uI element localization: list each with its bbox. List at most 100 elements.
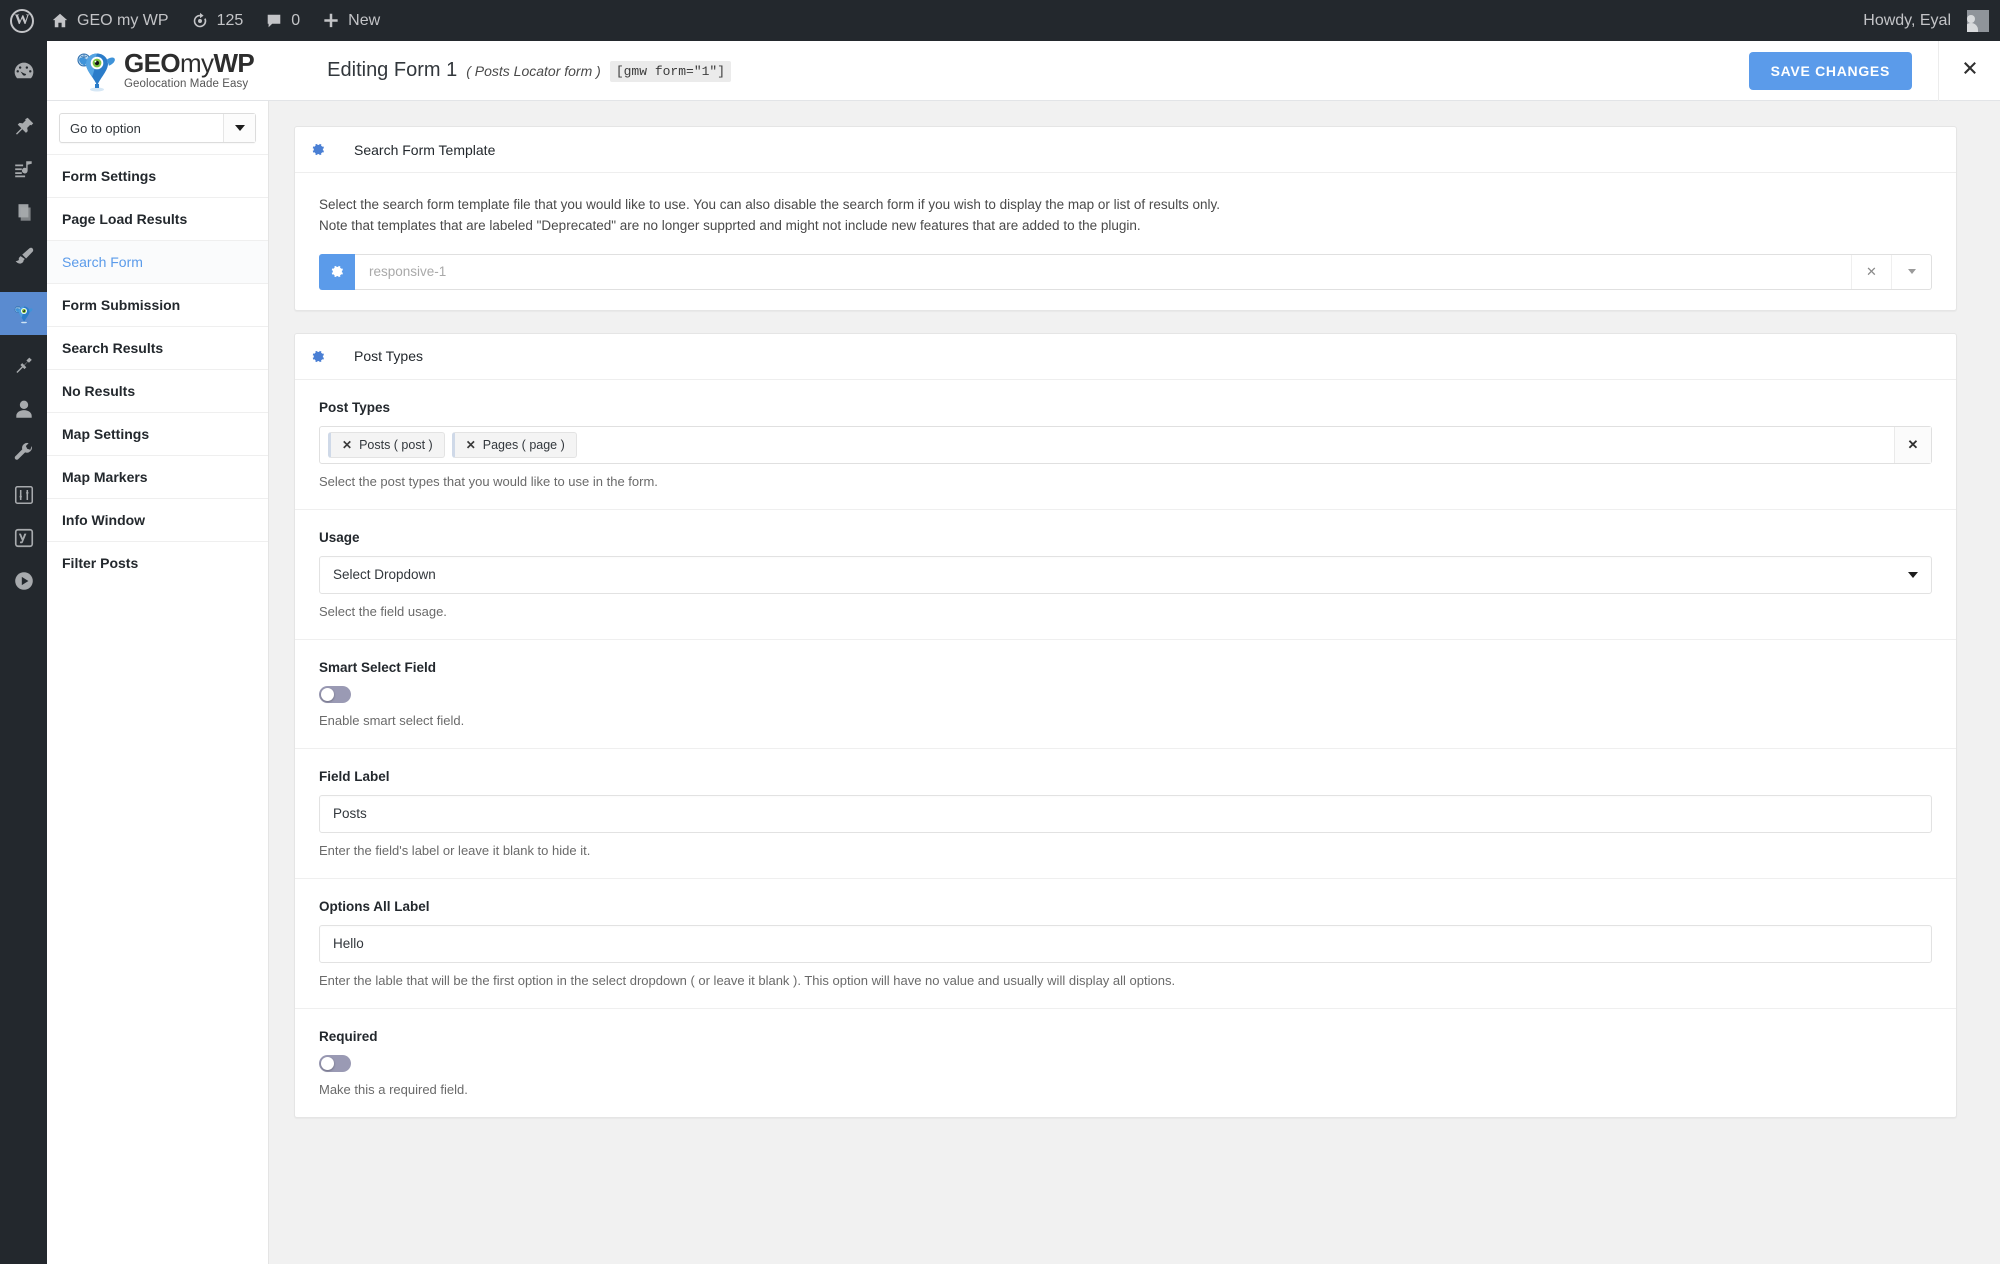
nav-label: Filter Posts bbox=[62, 555, 139, 571]
field-description: Select the field usage. bbox=[319, 603, 447, 619]
menu-group-gap-2 bbox=[0, 280, 47, 292]
remove-tag-icon[interactable]: ✕ bbox=[342, 438, 352, 452]
post-types-multiselect[interactable]: ✕ Posts ( post ) ✕ Pages ( page ) ✕ bbox=[319, 425, 1932, 464]
nav-item-map-markers[interactable]: Map Markers bbox=[47, 455, 268, 498]
nav-label: Page Load Results bbox=[62, 211, 188, 227]
menu-item-yoast-seo[interactable] bbox=[0, 519, 47, 562]
chevron-down-icon bbox=[223, 114, 255, 142]
template-desc-line-1: Select the search form template file tha… bbox=[319, 197, 1220, 212]
page-subtitle: ( Posts Locator form ) bbox=[466, 62, 601, 79]
updates-menu[interactable]: 125 bbox=[180, 0, 255, 41]
panel-header: Post Types bbox=[295, 334, 1956, 380]
home-icon bbox=[51, 12, 69, 30]
shortcode-snippet[interactable]: [gmw form="1"] bbox=[609, 60, 732, 82]
brand-geo: GEO bbox=[124, 48, 181, 79]
user-icon bbox=[13, 398, 35, 425]
menu-item-media-player[interactable] bbox=[0, 562, 47, 605]
pin-icon bbox=[13, 116, 35, 143]
update-icon bbox=[191, 12, 209, 30]
wrench-icon bbox=[13, 441, 35, 468]
menu-current-arrow bbox=[47, 305, 55, 322]
nav-label: Form Settings bbox=[62, 168, 157, 184]
menu-item-media[interactable] bbox=[0, 151, 47, 194]
tag-label: Posts ( post ) bbox=[359, 437, 433, 452]
panel-title: Search Form Template bbox=[354, 141, 496, 158]
template-chevron-down-icon[interactable] bbox=[1891, 254, 1931, 289]
template-select[interactable]: responsive-1 ✕ bbox=[355, 253, 1932, 290]
field-label: Required bbox=[319, 1028, 378, 1044]
field-description: Enter the field's label or leave it blan… bbox=[319, 842, 591, 858]
nav-item-search-form[interactable]: Search Form bbox=[0, 240, 268, 284]
my-account-menu[interactable]: Howdy, Eyal bbox=[1852, 0, 2000, 41]
save-changes-button[interactable]: SAVE CHANGES bbox=[1748, 51, 1912, 90]
field-label: Field Label bbox=[319, 768, 390, 784]
field-label: Post Types bbox=[319, 399, 391, 415]
remove-tag-icon[interactable]: ✕ bbox=[466, 438, 476, 452]
nav-label: Info Window bbox=[62, 512, 146, 528]
field-label: Options All Label bbox=[319, 898, 430, 914]
clear-all-icon[interactable]: ✕ bbox=[1894, 426, 1931, 463]
post-type-tag[interactable]: ✕ Pages ( page ) bbox=[451, 431, 577, 458]
panel-search-form-template: Search Form Template Select the search f… bbox=[294, 126, 1957, 311]
plugin-header: GEOmyWP Geolocation Made Easy Editing Fo… bbox=[47, 40, 2000, 101]
template-clear-icon[interactable]: ✕ bbox=[1851, 254, 1891, 289]
template-selected-value: responsive-1 bbox=[369, 264, 447, 280]
nav-item-filter-posts[interactable]: Filter Posts bbox=[47, 541, 268, 584]
goto-option-select[interactable]: Go to option bbox=[59, 113, 256, 143]
menu-item-posts[interactable] bbox=[0, 108, 47, 151]
field-required: Required Make this a required field. bbox=[295, 1009, 1956, 1117]
nav-label: Search Results bbox=[62, 340, 164, 356]
smart-select-toggle[interactable] bbox=[319, 685, 351, 703]
panel-header: Search Form Template bbox=[295, 127, 1956, 173]
comment-icon bbox=[265, 12, 283, 30]
plus-icon bbox=[322, 12, 340, 30]
field-label: Usage bbox=[319, 529, 360, 545]
nav-item-form-submission[interactable]: Form Submission bbox=[47, 283, 268, 326]
menu-group-gap-3 bbox=[0, 335, 47, 347]
updates-count: 125 bbox=[216, 11, 244, 29]
gmw-mascot-logo-icon bbox=[73, 48, 121, 94]
menu-item-settings[interactable] bbox=[0, 476, 47, 519]
close-icon bbox=[1960, 58, 1980, 83]
menu-item-plugins[interactable] bbox=[0, 347, 47, 390]
new-content-menu[interactable]: New bbox=[311, 0, 391, 41]
gmw-brand-logo[interactable]: GEOmyWP Geolocation Made Easy bbox=[47, 48, 255, 94]
sliders-icon bbox=[13, 484, 35, 511]
post-type-tag[interactable]: ✕ Posts ( post ) bbox=[328, 431, 445, 458]
nav-item-map-settings[interactable]: Map Settings bbox=[47, 412, 268, 455]
field-options-all-label: Options All Label Hello Enter the lable … bbox=[295, 879, 1956, 1008]
nav-item-page-load-results[interactable]: Page Load Results bbox=[47, 197, 268, 240]
dashboard-icon bbox=[13, 61, 35, 88]
menu-item-appearance[interactable] bbox=[0, 237, 47, 280]
gear-icon bbox=[311, 142, 341, 157]
header-actions: SAVE CHANGES bbox=[1748, 40, 2000, 101]
required-toggle[interactable] bbox=[319, 1054, 351, 1072]
menu-item-pages[interactable] bbox=[0, 194, 47, 237]
nav-item-search-results[interactable]: Search Results bbox=[47, 326, 268, 369]
field-label-input[interactable]: Posts bbox=[319, 794, 1932, 833]
menu-item-users[interactable] bbox=[0, 390, 47, 433]
menu-item-tools[interactable] bbox=[0, 433, 47, 476]
nav-item-no-results[interactable]: No Results bbox=[47, 369, 268, 412]
nav-label: No Results bbox=[62, 383, 136, 399]
comments-menu[interactable]: 0 bbox=[254, 0, 311, 41]
menu-item-dashboard[interactable] bbox=[0, 53, 47, 96]
brand-wp: WP bbox=[213, 48, 255, 79]
usage-selected-value: Select Dropdown bbox=[333, 567, 436, 583]
wp-logo-menu[interactable]: W bbox=[0, 0, 40, 41]
page-title: Editing Form 1 bbox=[327, 58, 458, 81]
panel-title: Post Types bbox=[354, 348, 424, 365]
options-all-label-input[interactable]: Hello bbox=[319, 924, 1932, 963]
page-title-group: Editing Form 1 ( Posts Locator form ) [g… bbox=[327, 58, 732, 83]
field-description: Enter the lable that will be the first o… bbox=[319, 972, 1176, 988]
menu-item-geo-my-wp[interactable] bbox=[0, 292, 55, 335]
close-button[interactable] bbox=[1938, 40, 2000, 101]
brand-tagline: Geolocation Made Easy bbox=[124, 78, 249, 91]
site-name-menu[interactable]: GEO my WP bbox=[40, 0, 180, 41]
wp-admin-bar: W GEO my WP 125 0 New Howdy, Eyal bbox=[0, 0, 2000, 41]
gear-icon bbox=[311, 349, 341, 364]
nav-item-info-window[interactable]: Info Window bbox=[47, 498, 268, 541]
nav-item-form-settings[interactable]: Form Settings bbox=[47, 154, 268, 197]
field-usage: Usage Select Dropdown Select the field u… bbox=[295, 510, 1956, 639]
usage-select[interactable]: Select Dropdown bbox=[319, 555, 1932, 594]
